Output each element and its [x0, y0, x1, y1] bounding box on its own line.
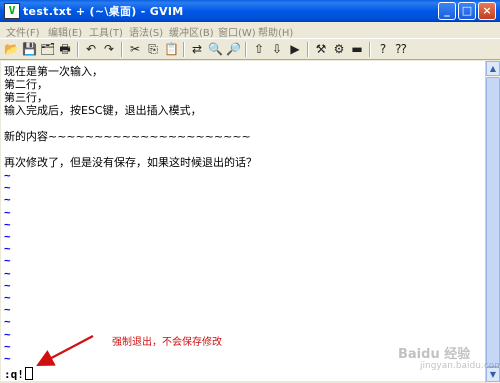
vim-icon[interactable]: V [4, 3, 20, 19]
build-tags-icon[interactable]: ⚙ [332, 42, 346, 56]
find-prev-icon[interactable]: 🔎 [226, 42, 241, 56]
close-button[interactable]: × [478, 2, 496, 20]
tilde-line: ~ [4, 315, 11, 329]
menu-bar: 文件(F) 编辑(E) 工具(T) 语法(S) 缓冲区(B) 窗口(W) 帮助(… [0, 22, 500, 39]
menu-file[interactable]: 文件(F) [6, 24, 40, 39]
tilde-line: ~ [4, 254, 11, 268]
undo-icon[interactable]: ↶ [84, 42, 98, 56]
watermark: Baidu 经验 [398, 347, 471, 362]
jump-tag-icon[interactable]: ▬ [350, 42, 364, 56]
save-session-icon[interactable]: ⇩ [270, 42, 284, 56]
find-help-icon[interactable]: ⁇ [394, 42, 408, 56]
help-icon[interactable]: ? [376, 42, 390, 56]
menu-edit[interactable]: 编辑(E) [48, 24, 82, 39]
save-all-icon[interactable]: 🗂 [40, 42, 55, 56]
tilde-line: ~ [4, 303, 11, 317]
command-text: :q! [4, 368, 24, 381]
menu-buffers[interactable]: 缓冲区(B) [169, 24, 214, 39]
tilde-line: ~ [4, 217, 11, 231]
tilde-line: ~ [4, 278, 11, 292]
tilde-line: ~ [4, 205, 11, 219]
toolbar-separator [307, 42, 309, 57]
save-icon[interactable]: 💾 [22, 42, 37, 56]
redo-icon[interactable]: ↷ [102, 42, 116, 56]
toolbar-separator [369, 42, 371, 57]
toolbar-separator [245, 42, 247, 57]
watermark-url: jingyan.baidu.com [420, 361, 500, 371]
open-icon[interactable]: 📂 [4, 42, 19, 56]
copy-icon[interactable]: ⎘ [146, 42, 160, 56]
menu-tools[interactable]: 工具(T) [89, 24, 123, 39]
text-line: 输入完成后，按ESC键，退出插入模式， [4, 104, 202, 117]
tilde-line: ~ [4, 169, 11, 182]
toolbar-separator [183, 42, 185, 57]
tilde-line: ~ [4, 230, 11, 243]
cursor [24, 367, 33, 380]
menu-help[interactable]: 帮助(H) [258, 24, 293, 39]
scroll-up-icon[interactable]: ▲ [486, 61, 500, 76]
toolbar: 📂 💾 🗂 🖶 ↶ ↷ ✂ ⎘ 📋 ⇄ 🔍 🔎 ⇧ ⇩ ▶ ⚒ ⚙ ▬ ? ⁇ [0, 38, 500, 60]
menu-window[interactable]: 窗口(W) [218, 24, 256, 39]
maximize-button[interactable]: □ [458, 2, 476, 20]
find-next-icon[interactable]: 🔍 [208, 42, 223, 56]
make-icon[interactable]: ⚒ [314, 42, 328, 56]
minimize-button[interactable]: _ [438, 2, 456, 20]
tilde-line: ~ [4, 266, 11, 280]
menu-syntax[interactable]: 语法(S) [129, 24, 163, 39]
tilde-line: ~ [4, 327, 11, 341]
paste-icon[interactable]: 📋 [164, 42, 179, 56]
window-title: test.txt + (~\桌面) - GVIM [23, 5, 184, 18]
tilde-line: ~ [4, 352, 11, 365]
scroll-thumb[interactable] [486, 77, 500, 367]
toolbar-separator [77, 42, 79, 57]
load-session-icon[interactable]: ⇧ [252, 42, 266, 56]
tilde-line: ~ [4, 181, 11, 195]
tilde-line: ~ [4, 242, 11, 256]
tilde-line: ~ [4, 193, 11, 207]
gvim-window: V test.txt + (~\桌面) - GVIM _ □ × 文件(F) 编… [0, 0, 500, 383]
toolbar-separator [121, 42, 123, 57]
cut-icon[interactable]: ✂ [128, 42, 142, 56]
annotation-label: 强制退出，不会保存修改 [112, 337, 222, 348]
text-line: 新的内容~~~~~~~~~~~~~~~~~~~~~~ [4, 130, 251, 143]
text-line: 再次修改了，但是没有保存，如果这时候退出的话？ [4, 156, 257, 169]
replace-icon[interactable]: ⇄ [190, 42, 204, 56]
vertical-scrollbar[interactable]: ▲ ▼ [485, 61, 500, 383]
command-line[interactable]: :q! [4, 367, 33, 381]
tilde-line: ~ [4, 339, 11, 353]
text-editor[interactable]: 现在是第一次输入， 第二行， 第三行， 输入完成后，按ESC键，退出插入模式， … [1, 61, 485, 381]
print-icon[interactable]: 🖶 [58, 42, 72, 56]
tilde-line: ~ [4, 291, 11, 304]
run-script-icon[interactable]: ▶ [288, 42, 302, 56]
title-bar[interactable]: V test.txt + (~\桌面) - GVIM _ □ × [0, 0, 500, 22]
